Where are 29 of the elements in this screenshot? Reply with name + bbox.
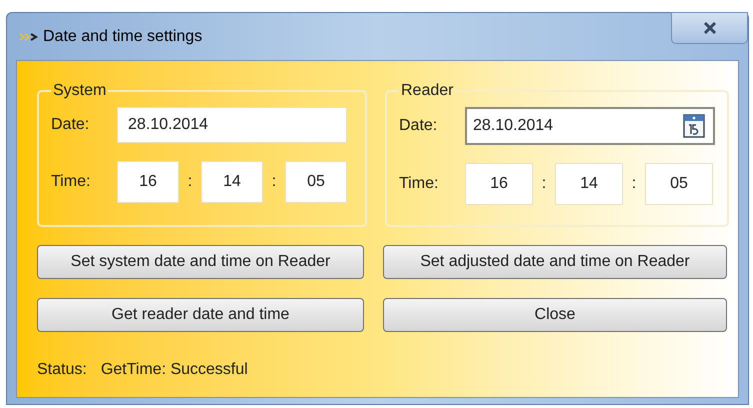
time-separator: :	[186, 172, 194, 192]
time-separator: :	[540, 174, 548, 194]
close-button[interactable]	[671, 12, 748, 44]
action-button[interactable]: Close	[383, 298, 727, 332]
time-label: Time:	[51, 172, 92, 192]
time-separator: :	[270, 172, 278, 192]
date-label: Date:	[51, 115, 90, 135]
status-text: GetTime: Successful	[100, 360, 248, 380]
time-field[interactable]: 05	[285, 161, 347, 203]
date-field[interactable]: 28.10.2014	[117, 107, 347, 143]
time-label: Time:	[399, 174, 440, 194]
group-title: System	[52, 81, 108, 101]
action-button[interactable]: Set adjusted date and time on Reader	[383, 245, 727, 279]
action-button[interactable]: Set system date and time on Reader	[37, 245, 364, 279]
arrow-icon	[19, 32, 39, 42]
time-field[interactable]: 14	[555, 163, 623, 205]
time-field[interactable]: 05	[645, 163, 713, 205]
calendar-icon[interactable]	[683, 114, 705, 138]
time-field[interactable]: 14	[201, 161, 263, 203]
time-separator: :	[630, 174, 638, 194]
window-title: Date and time settings	[43, 26, 202, 46]
action-button[interactable]: Get reader date and time	[37, 298, 364, 332]
date-label: Date:	[399, 116, 438, 136]
close-icon	[702, 22, 716, 34]
date-picker[interactable]: 28.10.2014	[465, 107, 715, 145]
status-label: Status:	[37, 360, 87, 380]
group-title: Reader	[400, 81, 454, 101]
time-field[interactable]: 16	[465, 163, 533, 205]
time-field[interactable]: 16	[117, 161, 179, 203]
